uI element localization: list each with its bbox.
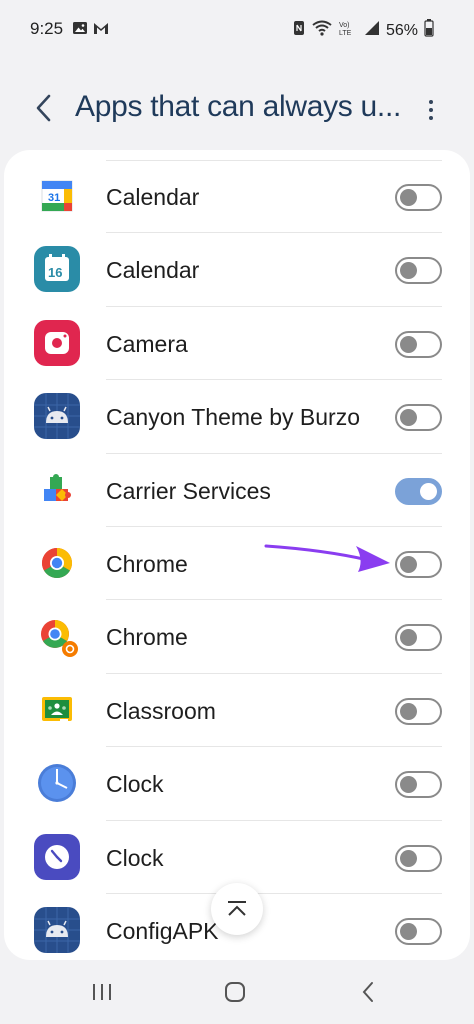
toggle-switch[interactable] bbox=[395, 917, 442, 945]
status-bar: 9:25 Vo) LTE 56% bbox=[0, 0, 474, 60]
app-label: Chrome bbox=[106, 550, 188, 577]
app-label: Canyon Theme by Burzo bbox=[106, 404, 360, 431]
svg-text:Vo): Vo) bbox=[339, 22, 350, 29]
more-vert-icon bbox=[429, 100, 433, 104]
list-item[interactable]: 16 Calendar bbox=[4, 233, 470, 307]
app-label: Calendar bbox=[106, 257, 200, 284]
toggle-switch[interactable] bbox=[395, 697, 442, 725]
gmail-icon bbox=[92, 20, 110, 38]
app-label: Carrier Services bbox=[106, 477, 271, 504]
android-icon bbox=[34, 393, 80, 440]
toggle-switch[interactable] bbox=[395, 404, 442, 432]
toggle-knob bbox=[400, 189, 417, 206]
notification-icons bbox=[72, 20, 110, 38]
status-right: Vo) LTE 56% bbox=[292, 19, 434, 42]
recents-button[interactable] bbox=[82, 978, 122, 1006]
carrier-services-icon bbox=[34, 466, 80, 513]
android-icon bbox=[34, 906, 80, 953]
signal-icon bbox=[364, 20, 380, 41]
svg-text:LTE: LTE bbox=[339, 30, 352, 36]
google-calendar-icon: 31 bbox=[34, 173, 80, 219]
home-icon bbox=[225, 982, 245, 1002]
toggle-knob bbox=[400, 409, 417, 427]
toggle-switch[interactable] bbox=[395, 477, 442, 505]
toggle-knob bbox=[400, 629, 417, 647]
chrome-badged-icon bbox=[34, 613, 80, 660]
image-icon bbox=[72, 20, 88, 38]
list-item[interactable]: Clock bbox=[4, 747, 470, 821]
scroll-top-icon bbox=[228, 901, 246, 916]
home-button[interactable] bbox=[215, 978, 255, 1006]
svg-text:16: 16 bbox=[48, 265, 62, 280]
camera-icon bbox=[34, 319, 80, 366]
toggle-switch[interactable] bbox=[395, 330, 442, 358]
toggle-switch[interactable] bbox=[395, 624, 442, 652]
toggle-knob bbox=[400, 702, 417, 720]
toggle-knob bbox=[400, 849, 417, 867]
status-time: 9:25 bbox=[30, 19, 64, 38]
samsung-calendar-icon: 16 bbox=[34, 246, 80, 293]
more-options-button[interactable] bbox=[418, 94, 444, 126]
volte-icon: Vo) LTE bbox=[338, 20, 358, 41]
app-label: Calendar bbox=[106, 184, 200, 210]
wifi-icon bbox=[312, 20, 332, 41]
list-item[interactable]: Chrome bbox=[4, 527, 470, 601]
app-label: ConfigAPK bbox=[106, 917, 219, 944]
app-header: Apps that can always u... bbox=[0, 80, 474, 140]
app-label: Chrome bbox=[106, 624, 188, 651]
scroll-to-top-button[interactable] bbox=[211, 883, 263, 935]
back-chevron-icon bbox=[36, 94, 51, 122]
toggle-knob bbox=[400, 555, 417, 573]
toggle-knob bbox=[400, 776, 417, 794]
app-label: Classroom bbox=[106, 697, 216, 724]
app-list-card: 31 Calendar 16 Calendar Camera Canyon Theme b… bbox=[4, 150, 470, 960]
toggle-switch[interactable] bbox=[395, 550, 442, 578]
toggle-switch[interactable] bbox=[395, 771, 442, 799]
list-item[interactable]: Carrier Services bbox=[4, 454, 470, 527]
toggle-knob bbox=[400, 335, 417, 353]
app-label: Clock bbox=[106, 771, 164, 798]
list-item[interactable]: Chrome bbox=[4, 600, 470, 674]
google-clock-icon bbox=[34, 760, 80, 807]
back-icon bbox=[362, 982, 373, 1002]
list-item[interactable]: Classroom bbox=[4, 674, 470, 748]
app-list: 31 Calendar 16 Calendar Camera Canyon Theme b… bbox=[4, 160, 470, 960]
app-label: Clock bbox=[106, 844, 164, 871]
app-label: Camera bbox=[106, 330, 188, 357]
recents-icon bbox=[93, 984, 111, 1000]
nfc-icon bbox=[292, 20, 306, 41]
toggle-switch[interactable] bbox=[395, 184, 442, 211]
list-item[interactable]: 31 Calendar bbox=[4, 160, 470, 234]
classroom-icon bbox=[34, 686, 80, 733]
navigation-bar bbox=[0, 960, 474, 1024]
toggle-knob bbox=[400, 922, 417, 940]
samsung-clock-icon bbox=[34, 833, 80, 880]
page-title: Apps that can always u... bbox=[75, 90, 402, 123]
toggle-knob bbox=[400, 262, 417, 280]
toggle-knob bbox=[420, 482, 437, 500]
chrome-icon bbox=[34, 539, 80, 586]
annotation-arrow-icon bbox=[264, 544, 390, 572]
toggle-switch[interactable] bbox=[395, 257, 442, 285]
svg-text:31: 31 bbox=[48, 192, 60, 204]
battery-icon bbox=[424, 19, 434, 42]
battery-percent: 56% bbox=[385, 21, 418, 39]
back-button[interactable] bbox=[28, 90, 58, 126]
list-item[interactable]: Camera bbox=[4, 307, 470, 381]
toggle-switch[interactable] bbox=[395, 844, 442, 872]
list-item[interactable]: Canyon Theme by Burzo bbox=[4, 380, 470, 454]
nav-back-button[interactable] bbox=[348, 978, 388, 1006]
